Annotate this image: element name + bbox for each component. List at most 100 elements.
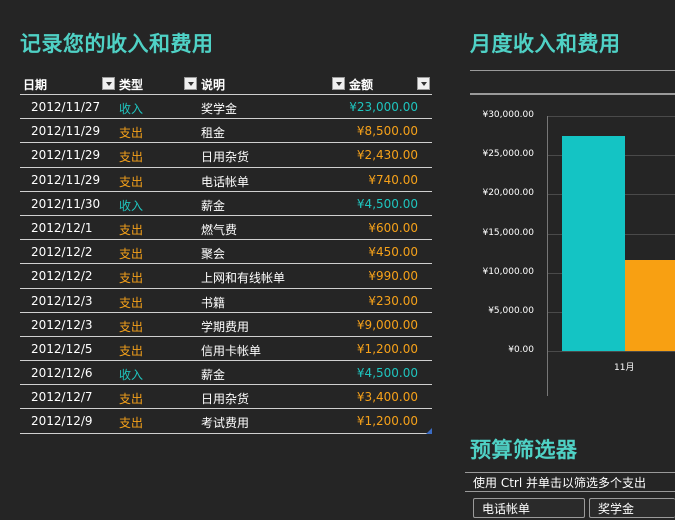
table-row[interactable]: 2012/12/2 支出 上网和有线帐单 ¥990.00 bbox=[20, 264, 432, 289]
row-date: 2012/12/7 bbox=[31, 390, 93, 405]
row-amount: ¥9,000.00 bbox=[356, 317, 418, 332]
row-date: 2012/12/2 bbox=[31, 269, 93, 284]
ledger-table: 日期 类型 说明 金额 2012/11/27 收入 奖学金 ¥23,000.00 201… bbox=[20, 72, 432, 434]
y-tick-label: ¥5,000.00 bbox=[488, 305, 534, 316]
gridline bbox=[548, 351, 675, 352]
row-date: 2012/11/29 bbox=[31, 172, 101, 187]
table-row[interactable]: 2012/11/29 支出 电话帐单 ¥740.00 bbox=[20, 168, 432, 192]
slicer-item-scholarship[interactable]: 奖学金 bbox=[589, 498, 675, 518]
row-description: 租金 bbox=[201, 126, 226, 141]
row-type: 收入 bbox=[119, 102, 144, 116]
row-type: 支出 bbox=[119, 222, 144, 237]
row-type: 支出 bbox=[119, 174, 144, 189]
row-amount: ¥4,500.00 bbox=[356, 366, 418, 381]
table-row[interactable]: 2012/12/3 支出 书籍 ¥230.00 bbox=[20, 289, 432, 313]
ledger-title: 记录您的收入和费用 bbox=[20, 32, 214, 56]
table-resize-handle-icon[interactable] bbox=[426, 428, 432, 434]
table-row[interactable]: 2012/12/9 支出 考试费用 ¥1,200.00 bbox=[20, 409, 432, 434]
table-row[interactable]: 2012/12/6 收入 薪金 ¥4,500.00 bbox=[20, 361, 432, 386]
header-type: 类型 bbox=[119, 78, 144, 92]
desc-filter-dropdown-icon[interactable] bbox=[332, 77, 345, 90]
budget-filter-title: 预算筛选器 bbox=[470, 438, 578, 462]
y-tick-label: ¥20,000.00 bbox=[482, 188, 534, 199]
row-type: 支出 bbox=[119, 247, 144, 262]
row-date: 2012/11/29 bbox=[31, 124, 101, 139]
row-amount: ¥2,430.00 bbox=[356, 148, 418, 163]
row-description: 日用杂货 bbox=[201, 150, 250, 165]
row-type: 支出 bbox=[119, 150, 144, 165]
row-type: 支出 bbox=[119, 392, 144, 407]
row-amount: ¥8,500.00 bbox=[356, 124, 418, 139]
bar-series-0[interactable] bbox=[562, 135, 625, 351]
row-type: 收入 bbox=[119, 368, 144, 383]
row-date: 2012/11/29 bbox=[31, 148, 101, 163]
row-description: 薪金 bbox=[201, 368, 226, 383]
header-amount: 金额 bbox=[349, 78, 374, 92]
ledger-rows: 2012/11/27 收入 奖学金 ¥23,000.00 2012/11/29 支出 租金 ¥… bbox=[20, 95, 432, 434]
row-type: 支出 bbox=[119, 295, 144, 310]
row-description: 学期费用 bbox=[201, 319, 250, 334]
chart-header-divider bbox=[470, 70, 675, 71]
row-date: 2012/12/5 bbox=[31, 341, 93, 356]
slicer-item-phone-bill[interactable]: 电话帐单 bbox=[473, 498, 585, 518]
row-amount: ¥23,000.00 bbox=[349, 100, 418, 114]
row-description: 日用杂货 bbox=[201, 392, 250, 407]
row-amount: ¥1,200.00 bbox=[356, 341, 418, 356]
monthly-chart-title: 月度收入和费用 bbox=[470, 32, 621, 56]
row-type: 支出 bbox=[119, 271, 144, 286]
y-tick-label: ¥10,000.00 bbox=[482, 266, 534, 277]
table-row[interactable]: 2012/11/27 收入 奖学金 ¥23,000.00 bbox=[20, 95, 432, 120]
header-date: 日期 bbox=[23, 78, 48, 92]
row-description: 聚会 bbox=[201, 247, 226, 262]
header-desc: 说明 bbox=[201, 78, 226, 92]
row-date: 2012/11/27 bbox=[31, 100, 101, 114]
row-type: 支出 bbox=[119, 319, 144, 334]
filter-instructions: 使用 Ctrl 并单击以筛选多个支出 bbox=[465, 472, 675, 492]
ledger-header-row: 日期 类型 说明 金额 bbox=[20, 72, 432, 95]
row-amount: ¥4,500.00 bbox=[356, 196, 418, 211]
table-row[interactable]: 2012/11/30 收入 薪金 ¥4,500.00 bbox=[20, 192, 432, 216]
row-description: 电话帐单 bbox=[201, 174, 250, 189]
y-tick-label: ¥30,000.00 bbox=[482, 110, 534, 120]
row-amount: ¥450.00 bbox=[368, 245, 418, 260]
table-row[interactable]: 2012/12/7 支出 日用杂货 ¥3,400.00 bbox=[20, 385, 432, 410]
gridline bbox=[548, 116, 675, 117]
row-date: 2012/12/3 bbox=[31, 293, 93, 308]
amount-filter-dropdown-icon[interactable] bbox=[417, 77, 430, 90]
row-description: 书籍 bbox=[201, 295, 226, 310]
y-tick-label: ¥0.00 bbox=[508, 345, 534, 355]
row-description: 燃气费 bbox=[201, 222, 238, 237]
row-amount: ¥990.00 bbox=[368, 269, 418, 284]
row-type: 支出 bbox=[119, 343, 144, 358]
table-row[interactable]: 2012/11/29 支出 租金 ¥8,500.00 bbox=[20, 119, 432, 144]
row-type: 支出 bbox=[119, 126, 144, 141]
row-description: 考试费用 bbox=[201, 416, 250, 431]
x-tick-label: 11月 bbox=[614, 363, 635, 373]
row-description: 信用卡帐单 bbox=[201, 343, 262, 358]
row-date: 2012/12/9 bbox=[31, 414, 93, 429]
row-type: 支出 bbox=[119, 416, 144, 431]
chart-header-divider-thick bbox=[470, 93, 675, 95]
row-date: 2012/11/30 bbox=[31, 196, 101, 211]
table-row[interactable]: 2012/12/2 支出 聚会 ¥450.00 bbox=[20, 240, 432, 265]
row-date: 2012/12/1 bbox=[31, 220, 93, 235]
bar-series-1[interactable] bbox=[625, 259, 675, 351]
row-description: 上网和有线帐单 bbox=[201, 271, 286, 286]
y-axis bbox=[547, 116, 548, 396]
row-amount: ¥230.00 bbox=[368, 293, 418, 308]
y-tick-label: ¥25,000.00 bbox=[482, 149, 534, 160]
row-description: 奖学金 bbox=[201, 102, 238, 116]
table-row[interactable]: 2012/12/5 支出 信用卡帐单 ¥1,200.00 bbox=[20, 337, 432, 362]
date-filter-dropdown-icon[interactable] bbox=[102, 77, 115, 90]
table-row[interactable]: 2012/12/3 支出 学期费用 ¥9,000.00 bbox=[20, 313, 432, 337]
type-filter-dropdown-icon[interactable] bbox=[184, 77, 197, 90]
table-row[interactable]: 2012/11/29 支出 日用杂货 ¥2,430.00 bbox=[20, 143, 432, 168]
row-date: 2012/12/2 bbox=[31, 245, 93, 260]
table-row[interactable]: 2012/12/1 支出 燃气费 ¥600.00 bbox=[20, 216, 432, 241]
row-date: 2012/12/6 bbox=[31, 366, 93, 381]
y-tick-label: ¥15,000.00 bbox=[482, 227, 534, 238]
row-amount: ¥1,200.00 bbox=[356, 414, 418, 429]
row-amount: ¥600.00 bbox=[368, 220, 418, 235]
row-amount: ¥3,400.00 bbox=[356, 390, 418, 405]
row-type: 收入 bbox=[119, 198, 144, 213]
